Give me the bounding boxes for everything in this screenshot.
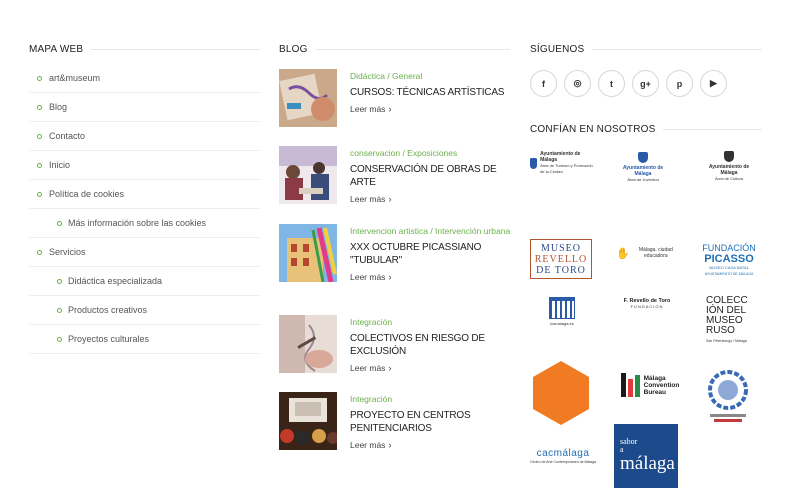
hand-icon: ✋: [616, 247, 630, 260]
convention-bureau-mark-icon: [620, 373, 640, 397]
logo-fundacion-revello[interactable]: F. Revello de Toro FUNDACIÓN: [618, 296, 676, 312]
post-thumbnail[interactable]: [279, 224, 337, 282]
post-category[interactable]: Didáctica / General: [350, 69, 515, 83]
sitemap-heading: MAPA WEB: [29, 40, 260, 58]
social-buttons: f ◎ t g+ p ▶: [530, 70, 734, 97]
read-more-link[interactable]: Leer más ›: [350, 194, 515, 204]
sitemap-item[interactable]: Productos creativos: [29, 296, 260, 325]
facebook-button[interactable]: f: [530, 70, 557, 97]
sitemap-item[interactable]: Proyectos culturales: [29, 325, 260, 354]
chevron-right-icon: ›: [388, 440, 392, 450]
logo-sabor-a-malaga[interactable]: sabor a málaga: [614, 424, 678, 488]
circle-bullet-icon: [37, 134, 42, 139]
post-title[interactable]: XXX OCTUBRE PICASSIANO "TUBULAR": [350, 241, 515, 267]
google-plus-icon: g+: [640, 78, 651, 89]
google-plus-button[interactable]: g+: [632, 70, 659, 97]
post-category[interactable]: Integración: [350, 315, 515, 329]
post-thumbnail[interactable]: [279, 392, 337, 450]
logo-ayuntamiento-cultura[interactable]: Ayuntamiento de Málaga Área de Cultura: [704, 148, 754, 184]
building-icon: [549, 297, 575, 319]
chevron-right-icon: ›: [388, 194, 392, 204]
chevron-right-icon: ›: [388, 104, 392, 114]
post-thumbnail[interactable]: [279, 146, 337, 204]
social-column: SÍGUENOS f ◎ t g+ p ▶ CONFÍAN EN NOSOTROS Ayu…: [530, 40, 762, 488]
post-title[interactable]: CURSOS: TÉCNICAS ARTÍSTICAS: [350, 86, 515, 99]
youtube-icon: ▶: [710, 78, 717, 88]
twitter-button[interactable]: t: [598, 70, 625, 97]
pinterest-button[interactable]: p: [666, 70, 693, 97]
logo-cac-malaga[interactable]: cacmálaga Centro de Arte Contemporáneo d…: [530, 444, 596, 468]
post-title[interactable]: PROYECTO EN CENTROS PENITENCIARIOS: [350, 409, 515, 435]
circle-bullet-icon: [37, 76, 42, 81]
post-thumbnail[interactable]: [279, 315, 337, 373]
social-heading: SÍGUENOS: [530, 40, 762, 58]
logo-coleccion-museo-ruso[interactable]: COLECCIÓN DEL MUSEO RUSO San Petersburgo…: [706, 296, 754, 356]
blog-heading: BLOG: [279, 40, 510, 58]
read-more-link[interactable]: Leer más ›: [350, 363, 515, 373]
sitemap-item[interactable]: Política de cookies: [29, 180, 260, 209]
circle-bullet-icon: [57, 221, 62, 226]
sitemap-column: MAPA WEB art&museum Blog Contacto Inicio Pol…: [29, 40, 260, 354]
facebook-icon: f: [542, 78, 545, 89]
post-category[interactable]: conservacion / Exposiciones: [350, 146, 515, 160]
post-title[interactable]: COLECTIVOS EN RIESGO DE EXCLUSIÓN: [350, 332, 515, 358]
logo-circular-emblem[interactable]: [706, 360, 750, 424]
youtube-button[interactable]: ▶: [700, 70, 727, 97]
sitemap-item[interactable]: Más información sobre las cookies: [29, 209, 260, 238]
sitemap-item[interactable]: Blog: [29, 93, 260, 122]
instagram-icon: ◎: [573, 78, 582, 88]
partners-heading: CONFÍAN EN NOSOTROS: [530, 120, 762, 138]
logo-ayuntamiento-turismo[interactable]: Ayuntamiento de Málaga Área de Turismo y …: [530, 149, 594, 177]
sitemap-item[interactable]: Didáctica especializada: [29, 267, 260, 296]
circle-bullet-icon: [57, 308, 62, 313]
post-title[interactable]: CONSERVACIÓN DE OBRAS DE ARTE: [350, 163, 515, 189]
logo-museo-revello-de-toro[interactable]: MUSEO REVELLO DE TORO: [530, 239, 592, 279]
blog-column: BLOG Didáctica / General CURSOS: TÉCNICA…: [279, 40, 510, 450]
sitemap-item[interactable]: Servicios: [29, 238, 260, 267]
circle-bullet-icon: [37, 163, 42, 168]
circle-bullet-icon: [37, 105, 42, 110]
chevron-right-icon: ›: [388, 272, 392, 282]
read-more-link[interactable]: Leer más ›: [350, 272, 515, 282]
post-category[interactable]: Intervencion artistica / Intervención ur…: [350, 224, 515, 238]
read-more-link[interactable]: Leer más ›: [350, 440, 515, 450]
chevron-right-icon: ›: [388, 363, 392, 373]
logo-lcamalaga[interactable]: lcamalaga.es: [544, 294, 580, 330]
logo-malaga-ciudad-educadora[interactable]: ✋ Málaga, ciudad educadora: [616, 244, 680, 262]
pinterest-icon: p: [676, 78, 683, 89]
post-category[interactable]: Integración: [350, 392, 515, 406]
circle-bullet-icon: [37, 192, 42, 197]
sitemap-item[interactable]: Inicio: [29, 151, 260, 180]
logo-ayuntamiento-juventud[interactable]: Ayuntamiento de Málaga Área de Juventud: [618, 146, 668, 188]
twitter-icon: t: [610, 78, 613, 89]
sitemap-item[interactable]: Contacto: [29, 122, 260, 151]
circle-bullet-icon: [57, 337, 62, 342]
logo-fundacion-picasso[interactable]: FUNDACIÓN PICASSO MUSEO CASA NATAL AYUNT…: [700, 241, 758, 279]
circle-bullet-icon: [57, 279, 62, 284]
sitemap-item[interactable]: art&museum: [29, 64, 260, 93]
circle-bullet-icon: [37, 250, 42, 255]
logo-orange-hexagon[interactable]: [530, 358, 592, 428]
post-thumbnail[interactable]: [279, 69, 337, 127]
sitemap-list: art&museum Blog Contacto Inicio Política de …: [29, 64, 260, 354]
instagram-button[interactable]: ◎: [564, 70, 591, 97]
read-more-link[interactable]: Leer más ›: [350, 104, 515, 114]
logo-malaga-convention-bureau[interactable]: Málaga Convention Bureau: [616, 370, 682, 400]
